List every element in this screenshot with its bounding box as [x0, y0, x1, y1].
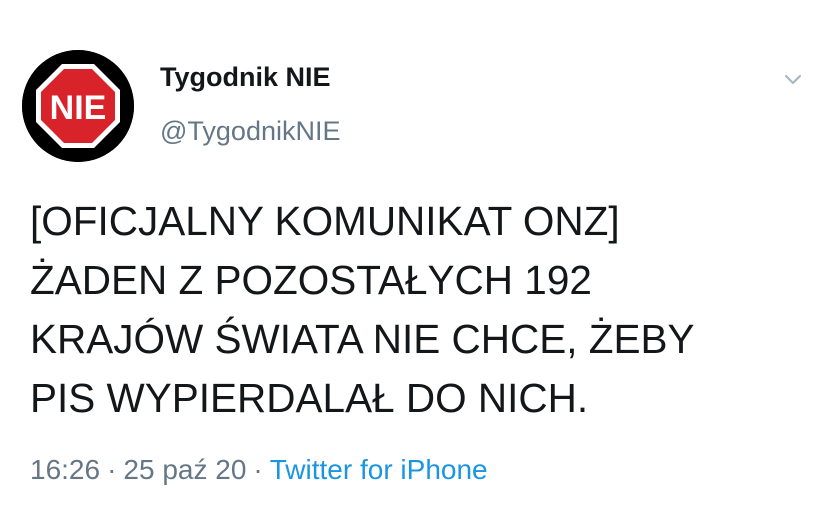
- author-display-name[interactable]: Tygodnik NIE: [160, 62, 331, 93]
- meta-separator: ·: [253, 454, 263, 485]
- meta-separator: ·: [107, 454, 117, 485]
- tweet-date: 25 paź 20: [123, 454, 247, 485]
- tweet-text-line: [OFICJALNY KOMUNIKAT ONZ]: [30, 198, 620, 244]
- tweet-text: [OFICJALNY KOMUNIKAT ONZ] ŻADEN Z POZOST…: [30, 192, 820, 428]
- tweet-menu-button[interactable]: [780, 66, 806, 92]
- tweet-text-line: PIS WYPIERDALAŁ DO NICH.: [30, 375, 589, 421]
- avatar-logo-text: NIE: [50, 89, 107, 127]
- tweet-card: NIE Tygodnik NIE @TygodnikNIE [OFICJALNY…: [0, 0, 828, 510]
- stop-sign-icon: NIE: [22, 50, 134, 162]
- tweet-source-link[interactable]: Twitter for iPhone: [270, 454, 488, 485]
- chevron-down-icon: [784, 74, 802, 85]
- tweet-metadata: 16:26 · 25 paź 20 · Twitter for iPhone: [30, 454, 488, 486]
- tweet-text-line: ŻADEN Z POZOSTAŁYCH 192: [30, 257, 592, 303]
- author-handle[interactable]: @TygodnikNIE: [160, 116, 340, 147]
- tweet-text-line: KRAJÓW ŚWIATA NIE CHCE, ŻEBY: [30, 316, 695, 362]
- avatar[interactable]: NIE: [22, 50, 134, 162]
- tweet-time: 16:26: [30, 454, 101, 485]
